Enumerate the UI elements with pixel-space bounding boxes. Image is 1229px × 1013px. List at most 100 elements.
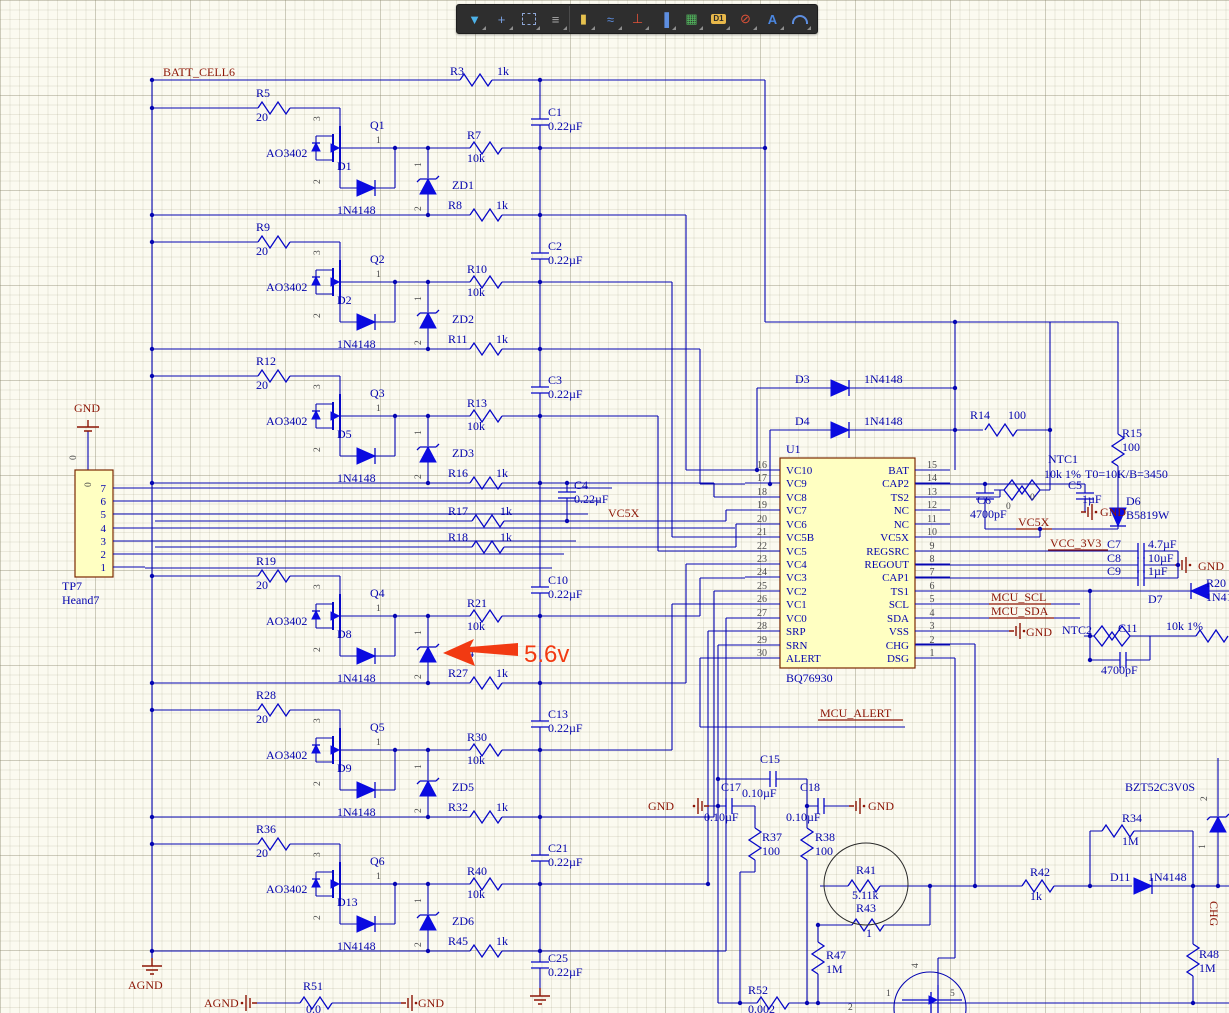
resistor-R3[interactable] xyxy=(459,73,493,87)
label-1k[interactable]: 1k xyxy=(500,504,512,518)
label-R41[interactable]: R41 xyxy=(856,863,876,877)
label-Q2[interactable]: Q2 xyxy=(370,252,385,266)
selection-rect-icon[interactable] xyxy=(515,6,542,32)
label-0.22µF[interactable]: 0.22µF xyxy=(548,855,583,869)
label-1k[interactable]: 1k xyxy=(496,466,508,480)
label-ZD5[interactable]: ZD5 xyxy=(452,780,474,794)
label-C8[interactable]: C8 xyxy=(1107,551,1121,565)
place-text-icon[interactable]: A xyxy=(759,6,786,32)
label-1k[interactable]: 1k xyxy=(496,332,508,346)
label-2[interactable]: 2 xyxy=(313,781,323,786)
label-2[interactable]: 2 xyxy=(1200,796,1210,801)
label-1[interactable]: 1 xyxy=(414,162,424,167)
label-1[interactable]: 1 xyxy=(866,926,872,940)
transistor-bottom[interactable] xyxy=(893,971,967,1013)
label-1N4148[interactable]: 1N4148 xyxy=(337,471,376,485)
agnd-port-r51[interactable] xyxy=(239,994,258,1012)
label-R43[interactable]: R43 xyxy=(856,901,876,915)
label-Q1[interactable]: Q1 xyxy=(370,118,385,132)
label-R52[interactable]: R52 xyxy=(748,983,768,997)
place-wire-icon[interactable]: ≈ xyxy=(597,6,624,32)
label-2[interactable]: 2 xyxy=(313,179,323,184)
label-C17[interactable]: C17 xyxy=(721,780,741,794)
label-R7[interactable]: R7 xyxy=(467,128,481,142)
label-R17[interactable]: R17 xyxy=(448,504,468,518)
label-Q4[interactable]: Q4 xyxy=(370,586,385,600)
label-C2[interactable]: C2 xyxy=(548,239,562,253)
label-GND[interactable]: GND xyxy=(868,799,894,813)
label-4700pF[interactable]: 4700pF xyxy=(1101,663,1138,677)
label-AGND[interactable]: AGND xyxy=(128,978,163,992)
label-GND[interactable]: GND xyxy=(1100,505,1126,519)
label-VC5X[interactable]: VC5X xyxy=(608,506,640,520)
label-R27[interactable]: R27 xyxy=(448,666,468,680)
label-1N4148[interactable]: 1N4148 xyxy=(337,337,376,351)
label-R28[interactable]: R28 xyxy=(256,688,276,702)
label-T0=10K/B=3450[interactable]: T0=10K/B=3450 xyxy=(1085,467,1168,481)
label-4.7µF[interactable]: 4.7µF xyxy=(1148,537,1177,551)
label-GND[interactable]: GND xyxy=(74,401,100,415)
label-4700pF[interactable]: 4700pF xyxy=(970,507,1007,521)
label-R3[interactable]: R3 xyxy=(450,64,464,78)
label-0[interactable]: 0 xyxy=(1030,493,1035,503)
label-B5819W[interactable]: B5819W xyxy=(1126,508,1170,522)
label-C15[interactable]: C15 xyxy=(760,752,780,766)
label-1[interactable]: 1 xyxy=(376,604,381,614)
label-AO3402[interactable]: AO3402 xyxy=(266,146,307,160)
label-R11[interactable]: R11 xyxy=(448,332,468,346)
resistor-R48[interactable] xyxy=(1187,944,1199,976)
label-Q3[interactable]: Q3 xyxy=(370,386,385,400)
place-ground-icon[interactable]: ⊥ xyxy=(624,6,651,32)
capacitor-C15[interactable] xyxy=(760,770,786,788)
label-R15[interactable]: R15 xyxy=(1122,426,1142,440)
label-C6[interactable]: C6 xyxy=(977,493,991,507)
diode-D4[interactable] xyxy=(830,421,850,439)
resistor-R38[interactable] xyxy=(801,828,813,860)
label-NTC1[interactable]: NTC1 xyxy=(1048,452,1078,466)
label-AO3402[interactable]: AO3402 xyxy=(266,280,307,294)
label-1k[interactable]: 1k xyxy=(497,64,509,78)
label-4[interactable]: 4 xyxy=(911,963,921,968)
probe-icon[interactable]: ▐ xyxy=(651,6,678,32)
gnd-port-vss[interactable] xyxy=(1008,622,1027,640)
label-R16[interactable]: R16 xyxy=(448,466,468,480)
label-C13[interactable]: C13 xyxy=(548,707,568,721)
label-2[interactable]: 2 xyxy=(313,915,323,920)
label-1[interactable]: 1 xyxy=(376,270,381,280)
label-100[interactable]: 100 xyxy=(815,844,833,858)
label-R30[interactable]: R30 xyxy=(467,730,487,744)
label-CHG[interactable]: CHG xyxy=(1207,901,1221,927)
label-10k[interactable]: 10k xyxy=(467,419,485,433)
label-10k[interactable]: 10k xyxy=(467,619,485,633)
zener-BZT52C3V0S[interactable] xyxy=(1206,813,1229,833)
label-10k[interactable]: 10k xyxy=(467,887,485,901)
label-20[interactable]: 20 xyxy=(256,110,268,124)
diode-D3[interactable] xyxy=(830,379,850,397)
label-C10[interactable]: C10 xyxy=(548,573,568,587)
label-1[interactable]: 1 xyxy=(376,738,381,748)
label-TP7[interactable]: TP7 xyxy=(62,579,82,593)
label-20[interactable]: 20 xyxy=(256,578,268,592)
label-2[interactable]: 2 xyxy=(414,340,424,345)
label-5.11k[interactable]: 5.11k xyxy=(852,888,879,902)
label-1[interactable]: 1 xyxy=(376,872,381,882)
label-0.22µF[interactable]: 0.22µF xyxy=(548,253,583,267)
place-part-icon[interactable]: ▮ xyxy=(569,6,597,32)
label-AO3402[interactable]: AO3402 xyxy=(266,614,307,628)
align-icon[interactable]: ≡ xyxy=(542,6,569,32)
gnd-port-c5[interactable] xyxy=(1080,503,1099,521)
label-R42[interactable]: R42 xyxy=(1030,865,1050,879)
label-R20[interactable]: R20 xyxy=(1206,576,1226,590)
label-0.22µF[interactable]: 0.22µF xyxy=(548,387,583,401)
label-R19[interactable]: R19 xyxy=(256,554,276,568)
gnd-port-c18[interactable] xyxy=(848,797,866,815)
label-1N4148[interactable]: 1N4148 xyxy=(337,805,376,819)
label-1N4148[interactable]: 1N4148 xyxy=(337,203,376,217)
label-100[interactable]: 100 xyxy=(1008,408,1026,422)
label-U1[interactable]: U1 xyxy=(786,442,801,456)
label-10µF[interactable]: 10µF xyxy=(1148,551,1174,565)
label-1[interactable]: 1 xyxy=(414,764,424,769)
label-1µF[interactable]: 1µF xyxy=(1082,492,1102,506)
label-3[interactable]: 3 xyxy=(313,250,323,255)
label-2[interactable]: 2 xyxy=(848,1003,853,1013)
